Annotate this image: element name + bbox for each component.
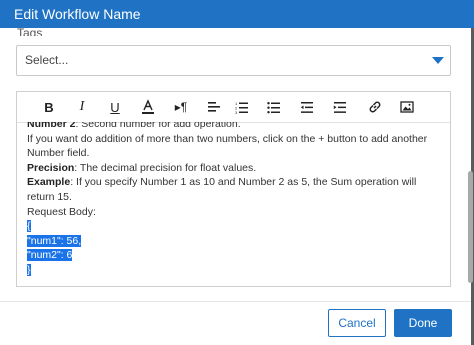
editor-line: "num2": 6 <box>27 248 437 263</box>
bold-icon[interactable]: B <box>40 98 58 116</box>
editor-bold-text: Example <box>27 176 71 189</box>
italic-icon[interactable]: I <box>73 98 91 116</box>
editor-line: Request Body: <box>27 205 96 218</box>
editor-text: : Second number for add operation. <box>75 122 241 130</box>
unordered-list-icon[interactable] <box>265 98 283 116</box>
selected-text: { <box>27 220 31 233</box>
selected-text: "num1": 56, <box>27 234 82 247</box>
footer-divider <box>0 301 471 302</box>
text-color-icon[interactable] <box>139 98 157 116</box>
editor-line: Number 2: Second number for add operatio… <box>27 122 437 132</box>
editor-content[interactable]: Number 2: Second number for add operatio… <box>27 122 437 285</box>
editor-bold-text: Precision <box>27 161 75 174</box>
chevron-down-icon[interactable] <box>432 57 444 64</box>
tags-select[interactable]: Select... <box>16 45 451 76</box>
indent-icon[interactable] <box>331 98 349 116</box>
selected-text: } <box>27 263 31 276</box>
selected-text: "num2": 6 <box>27 249 73 262</box>
cancel-button[interactable]: Cancel <box>328 309 386 337</box>
editor-toolbar: B I U ▸¶ 123 <box>17 92 450 123</box>
svg-text:3: 3 <box>235 110 238 114</box>
rich-text-editor[interactable]: B I U ▸¶ 123 Number 2: Second number for… <box>16 91 451 287</box>
editor-text: : If you specify Number 1 as 10 and Numb… <box>27 176 417 203</box>
underline-icon[interactable]: U <box>106 98 124 116</box>
ordered-list-icon[interactable]: 123 <box>233 98 251 116</box>
editor-text: : The decimal precision for float values… <box>74 161 257 174</box>
editor-line: "num1": 56, <box>27 234 437 249</box>
image-icon[interactable] <box>398 98 416 116</box>
dialog-title: Edit Workflow Name <box>0 0 474 28</box>
scrollbar[interactable] <box>468 171 473 283</box>
tags-label: Tags <box>17 26 43 36</box>
paragraph-direction-icon[interactable]: ▸¶ <box>172 98 190 116</box>
editor-bold-text: Number 2 <box>27 122 76 130</box>
outdent-icon[interactable] <box>298 98 316 116</box>
editor-line: } <box>27 263 437 278</box>
tags-select-value: Select... <box>25 53 69 67</box>
editor-line: Precision: The decimal precision for flo… <box>27 161 437 176</box>
editor-line: If you want do addition of more than two… <box>27 132 428 160</box>
link-icon[interactable] <box>366 98 384 116</box>
done-button[interactable]: Done <box>394 309 452 337</box>
editor-line: { <box>27 219 437 234</box>
editor-line: Example: If you specify Number 1 as 10 a… <box>27 175 437 204</box>
align-left-icon[interactable] <box>205 98 223 116</box>
